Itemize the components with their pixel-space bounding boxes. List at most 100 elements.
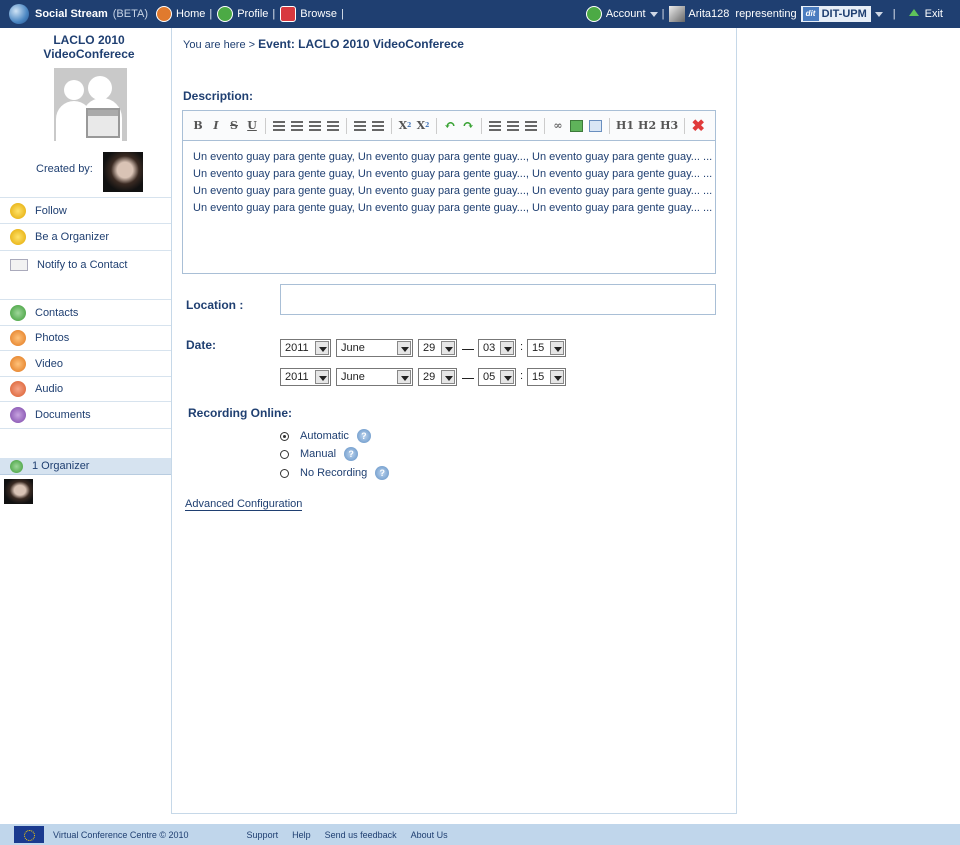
time-colon: :: [520, 370, 524, 382]
representing-label: representing: [735, 8, 797, 20]
star-icon: [10, 229, 26, 245]
recording-option-automatic[interactable]: Automatic ?: [280, 429, 371, 443]
indent-icon[interactable]: [372, 120, 384, 131]
chevron-down-icon[interactable]: [649, 11, 658, 17]
sidebar: LACLO 2010 VideoConferece Created by: Fo…: [0, 28, 171, 824]
nav-profile-link[interactable]: Profile: [237, 8, 268, 20]
start-year-select[interactable]: 2011: [280, 339, 331, 357]
home-icon[interactable]: [156, 6, 173, 22]
nav-browse-link[interactable]: Browse: [300, 8, 337, 20]
creator-avatar[interactable]: [103, 152, 143, 192]
user-avatar[interactable]: [669, 6, 686, 22]
copyright-text: Virtual Conference Centre © 2010: [53, 829, 189, 840]
globe-logo-icon[interactable]: [9, 4, 29, 24]
heading2-button[interactable]: H2: [638, 119, 656, 132]
sidebar-item-documents[interactable]: Documents: [0, 402, 171, 429]
feedback-link[interactable]: Send us feedback: [325, 830, 397, 840]
sidebar-item-audio[interactable]: Audio: [0, 377, 171, 402]
radio-label[interactable]: No Recording: [300, 467, 367, 479]
org-selector[interactable]: dit DIT-UPM: [800, 6, 871, 22]
align-left-icon[interactable]: [273, 120, 285, 131]
ordered-list-icon[interactable]: [489, 120, 501, 131]
user-name-link[interactable]: Arita128: [688, 8, 729, 20]
end-day-select[interactable]: 29: [418, 368, 457, 386]
end-year-select[interactable]: 2011: [280, 368, 331, 386]
account-menu[interactable]: Account: [606, 8, 646, 20]
video-icon: [10, 355, 26, 372]
browse-icon[interactable]: [280, 6, 297, 22]
help-icon[interactable]: ?: [375, 466, 390, 480]
description-textarea[interactable]: Un evento guay para gente guay, Un event…: [183, 141, 715, 217]
support-link[interactable]: Support: [247, 830, 279, 840]
help-link[interactable]: Help: [292, 830, 311, 840]
beta-label: (BETA): [112, 8, 149, 20]
align-right-icon[interactable]: [309, 120, 321, 131]
radio-label[interactable]: Automatic: [300, 430, 349, 442]
strikethrough-button[interactable]: S: [227, 119, 241, 133]
radio-manual[interactable]: [280, 449, 289, 459]
horizontal-rule-icon[interactable]: [525, 120, 537, 131]
recording-option-manual[interactable]: Manual ?: [280, 447, 359, 461]
be-organizer-action[interactable]: Be a Organizer: [0, 224, 171, 251]
brand-name[interactable]: Social Stream: [35, 8, 108, 20]
advanced-configuration-link[interactable]: Advanced Configuration: [185, 498, 303, 511]
gear-icon[interactable]: [585, 6, 602, 22]
chevron-down-icon[interactable]: [874, 11, 883, 17]
sidebar-item-label: Video: [35, 357, 63, 370]
eu-flag-icon: [14, 826, 44, 843]
radio-automatic[interactable]: [280, 431, 289, 441]
location-input[interactable]: [280, 284, 716, 315]
organizer-icon: [10, 459, 23, 473]
footer: Virtual Conference Centre © 2010 Support…: [0, 824, 960, 845]
editor-toolbar: B I S U X2 X2 ↶ ↷ ∞ H1 H2 H3 ✖: [183, 111, 715, 141]
link-icon[interactable]: ∞: [551, 119, 565, 133]
italic-button[interactable]: I: [209, 119, 223, 133]
sidebar-item-video[interactable]: Video: [0, 351, 171, 377]
end-hour-select[interactable]: 05: [478, 368, 516, 386]
notify-contact-action[interactable]: Notify to a Contact: [0, 251, 171, 278]
chevron-down-icon: [550, 341, 564, 355]
nav-home-link[interactable]: Home: [176, 8, 205, 20]
radio-no-recording[interactable]: [280, 468, 289, 478]
exit-link[interactable]: Exit: [925, 8, 943, 20]
recording-option-no-recording[interactable]: No Recording ?: [280, 466, 390, 480]
end-month-select[interactable]: June: [336, 368, 413, 386]
radio-label[interactable]: Manual: [300, 448, 336, 460]
underline-button[interactable]: U: [245, 119, 259, 133]
start-hour-select[interactable]: 03: [478, 339, 516, 357]
org-logo-icon: dit: [802, 7, 819, 21]
sidebar-item-photos[interactable]: Photos: [0, 326, 171, 351]
follow-action[interactable]: Follow: [0, 197, 171, 224]
align-justify-icon[interactable]: [327, 120, 339, 131]
exit-icon[interactable]: [908, 8, 919, 16]
subscript-button[interactable]: X2: [398, 119, 412, 133]
description-line: Un evento guay para gente guay, Un event…: [193, 151, 713, 163]
start-minute-select[interactable]: 15: [527, 339, 566, 357]
chevron-down-icon: [315, 370, 329, 384]
sidebar-item-contacts[interactable]: Contacts: [0, 299, 171, 326]
outdent-icon[interactable]: [354, 120, 366, 131]
unordered-list-icon[interactable]: [507, 120, 519, 131]
heading3-button[interactable]: H3: [660, 119, 678, 132]
heading1-button[interactable]: H1: [616, 119, 634, 132]
sidebar-item-label: Contacts: [35, 306, 79, 319]
superscript-button[interactable]: X2: [416, 119, 430, 133]
account-separator: |: [661, 8, 665, 20]
table-icon[interactable]: [589, 119, 602, 132]
align-center-icon[interactable]: [291, 120, 303, 131]
end-minute-select[interactable]: 15: [527, 368, 566, 386]
organizer-avatar[interactable]: [4, 479, 33, 504]
profile-icon[interactable]: [217, 6, 234, 22]
undo-icon[interactable]: ↶: [443, 118, 457, 134]
image-icon[interactable]: [570, 119, 583, 132]
redo-icon[interactable]: ↷: [461, 118, 475, 134]
chevron-down-icon: [441, 341, 455, 355]
help-icon[interactable]: ?: [356, 429, 371, 443]
organizers-header[interactable]: 1 Organizer: [0, 458, 171, 475]
about-link[interactable]: About Us: [411, 830, 448, 840]
close-icon[interactable]: ✖: [691, 116, 705, 135]
bold-button[interactable]: B: [191, 119, 205, 133]
start-month-select[interactable]: June: [336, 339, 413, 357]
start-day-select[interactable]: 29: [418, 339, 457, 357]
help-icon[interactable]: ?: [344, 447, 359, 461]
